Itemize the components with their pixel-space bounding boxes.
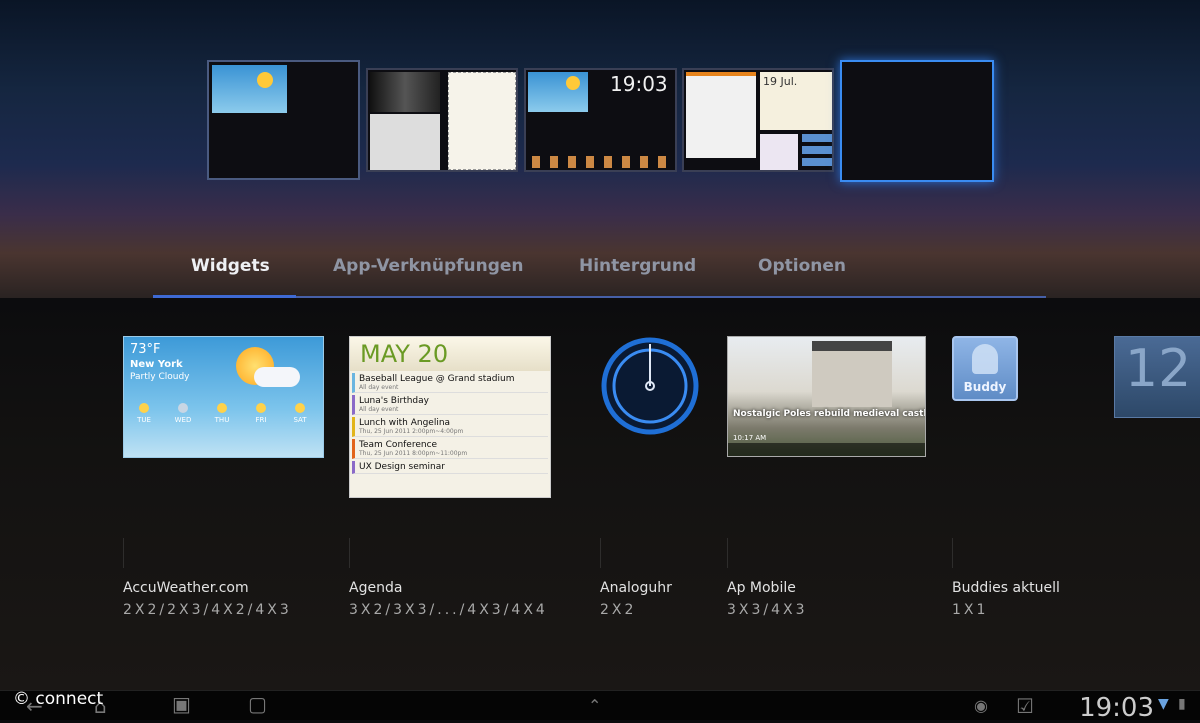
agenda-event-title: Team Conference [359, 440, 438, 450]
cloud-sun-icon [217, 403, 227, 413]
editing-header: 19:03 19 Jul. Widgets App-Verknüpfungen … [0, 0, 1200, 299]
agenda-event: Lunch with Angelina Thu, 25 Jun 2011 2:00… [352, 417, 548, 437]
agenda-event: Team Conference Thu, 25 Jun 2011 8:00pm~1… [352, 439, 548, 459]
forecast-day-label: FRI [255, 416, 267, 424]
cloud-rain-icon [178, 403, 188, 413]
sun-icon [256, 403, 266, 413]
sun-icon [295, 403, 305, 413]
forecast-day: WED [166, 403, 200, 424]
widget-sizes: 1X1 [952, 602, 989, 618]
widget-name: Buddies aktuell [952, 580, 1060, 596]
partial-clock-widget-preview[interactable]: 12 [1114, 336, 1200, 418]
date-label: 19 Jul. [763, 75, 798, 88]
recent-apps-icon[interactable]: ▣ [172, 692, 191, 716]
tab-options[interactable]: Optionen [758, 256, 846, 276]
chart-widget-mini [760, 134, 798, 170]
agenda-event: Baseball League @ Grand stadium All day e… [352, 373, 548, 393]
home-screen-tray: 19:03 19 Jul. [0, 30, 1200, 200]
separator [123, 538, 124, 568]
analog-clock-widget-preview[interactable] [600, 336, 700, 436]
up-arrow-icon[interactable]: ⌃ [588, 696, 601, 715]
ap-mobile-widget-preview[interactable]: Nostalgic Poles rebuild medieval castles… [727, 336, 926, 457]
separator [727, 538, 728, 568]
analog-clock-icon [601, 337, 699, 435]
widget-sizes: 3X3/4X3 [727, 602, 808, 618]
note-widget-mini [448, 72, 516, 170]
ap-headline: Nostalgic Poles rebuild medieval castles [733, 409, 926, 419]
separator [600, 538, 601, 568]
weather-widget-mini [528, 72, 588, 112]
home-screen-thumb-1[interactable] [207, 60, 360, 180]
photo-widget-mini [370, 72, 440, 112]
separator [349, 538, 350, 568]
status-time: 19:03 [1079, 693, 1154, 723]
date-widget-mini: 19 Jul. [760, 72, 832, 130]
home-screen-thumb-2[interactable] [366, 68, 518, 172]
forecast-day: THU [205, 403, 239, 424]
forecast-day-label: WED [174, 416, 192, 424]
buddy-avatar-icon [972, 344, 998, 374]
widget-name: Analoguhr [600, 580, 672, 596]
sun-icon [566, 76, 580, 90]
separator [952, 538, 953, 568]
agenda-event: Luna's Birthday All day event [352, 395, 548, 415]
battery-icon: ▮ [1178, 696, 1186, 712]
weather-temp: 73°F [130, 342, 161, 357]
agenda-event-title: Luna's Birthday [359, 396, 429, 406]
castle-roof [812, 341, 892, 351]
agenda-event-title: Baseball League @ Grand stadium [359, 374, 515, 384]
widget-sizes: 2X2 [600, 602, 637, 618]
agenda-event-time: Thu, 25 Jun 2011 2:00pm~4:00pm [359, 428, 464, 435]
checkbox-icon[interactable]: ☑ [1016, 694, 1034, 718]
forecast-day: SAT [283, 403, 317, 424]
weather-city: New York [130, 359, 183, 370]
weather-condition: Partly Cloudy [130, 372, 190, 382]
tab-app-shortcuts[interactable]: App-Verknüpfungen [333, 256, 524, 276]
forecast-day: TUE [127, 403, 161, 424]
widget-name: AccuWeather.com [123, 580, 249, 596]
agenda-event-title: UX Design seminar [359, 462, 445, 472]
widget-name: Agenda [349, 580, 403, 596]
agenda-date: MAY 20 [350, 337, 550, 371]
tab-bar: Widgets App-Verknüpfungen Hintergrund Op… [153, 250, 1046, 299]
widget-sizes: 3X2/3X3/.../4X3/4X4 [349, 602, 548, 618]
notification-icon[interactable]: ◉ [974, 696, 988, 715]
ap-footer-bar [728, 443, 925, 456]
home-screen-thumb-5[interactable] [840, 60, 994, 182]
widget-name: Ap Mobile [727, 580, 796, 596]
sun-icon [257, 72, 273, 88]
agenda-event-title: Lunch with Angelina [359, 418, 451, 428]
ap-time: 10:17 AM [733, 434, 767, 442]
agenda-event-time: All day event [359, 406, 399, 413]
buddy-label: Buddy [963, 380, 1007, 394]
buddies-widget-preview[interactable]: Buddy [952, 336, 1018, 401]
forecast-day: FRI [244, 403, 278, 424]
accuweather-widget-preview[interactable]: 73°F New York Partly Cloudy TUE WED THU … [123, 336, 324, 458]
cloud-icon [254, 367, 300, 387]
forecast-day-label: TUE [137, 416, 151, 424]
clock-widget-mini: 19:03 [610, 72, 668, 96]
home-screen-thumb-4[interactable]: 19 Jul. [682, 68, 834, 172]
email-widget-mini [686, 72, 756, 158]
forecast-day-label: THU [214, 416, 230, 424]
home-screen-thumb-3[interactable]: 19:03 [524, 68, 677, 172]
wifi-icon: ▼ [1158, 696, 1169, 712]
sun-icon [139, 403, 149, 413]
agenda-event: UX Design seminar [352, 461, 548, 474]
tab-wallpaper[interactable]: Hintergrund [579, 256, 696, 276]
watermark: © connect [13, 689, 104, 709]
screenshot-icon[interactable]: ▢ [248, 692, 267, 716]
weather-widget-mini [212, 65, 287, 113]
app-icons-row [532, 156, 672, 168]
castle-tower [812, 347, 892, 407]
news-widget-mini [370, 114, 440, 170]
mini-icons-grid [802, 134, 832, 170]
partial-clock-text: 12 [1125, 339, 1192, 399]
forecast-day-label: SAT [293, 416, 307, 424]
tab-widgets[interactable]: Widgets [191, 256, 270, 276]
widget-sizes: 2X2/2X3/4X2/4X3 [123, 602, 292, 618]
agenda-event-time: Thu, 25 Jun 2011 8:00pm~11:00pm [359, 450, 468, 457]
agenda-event-time: All day event [359, 384, 399, 391]
agenda-widget-preview[interactable]: MAY 20 Baseball League @ Grand stadium Al… [349, 336, 551, 498]
